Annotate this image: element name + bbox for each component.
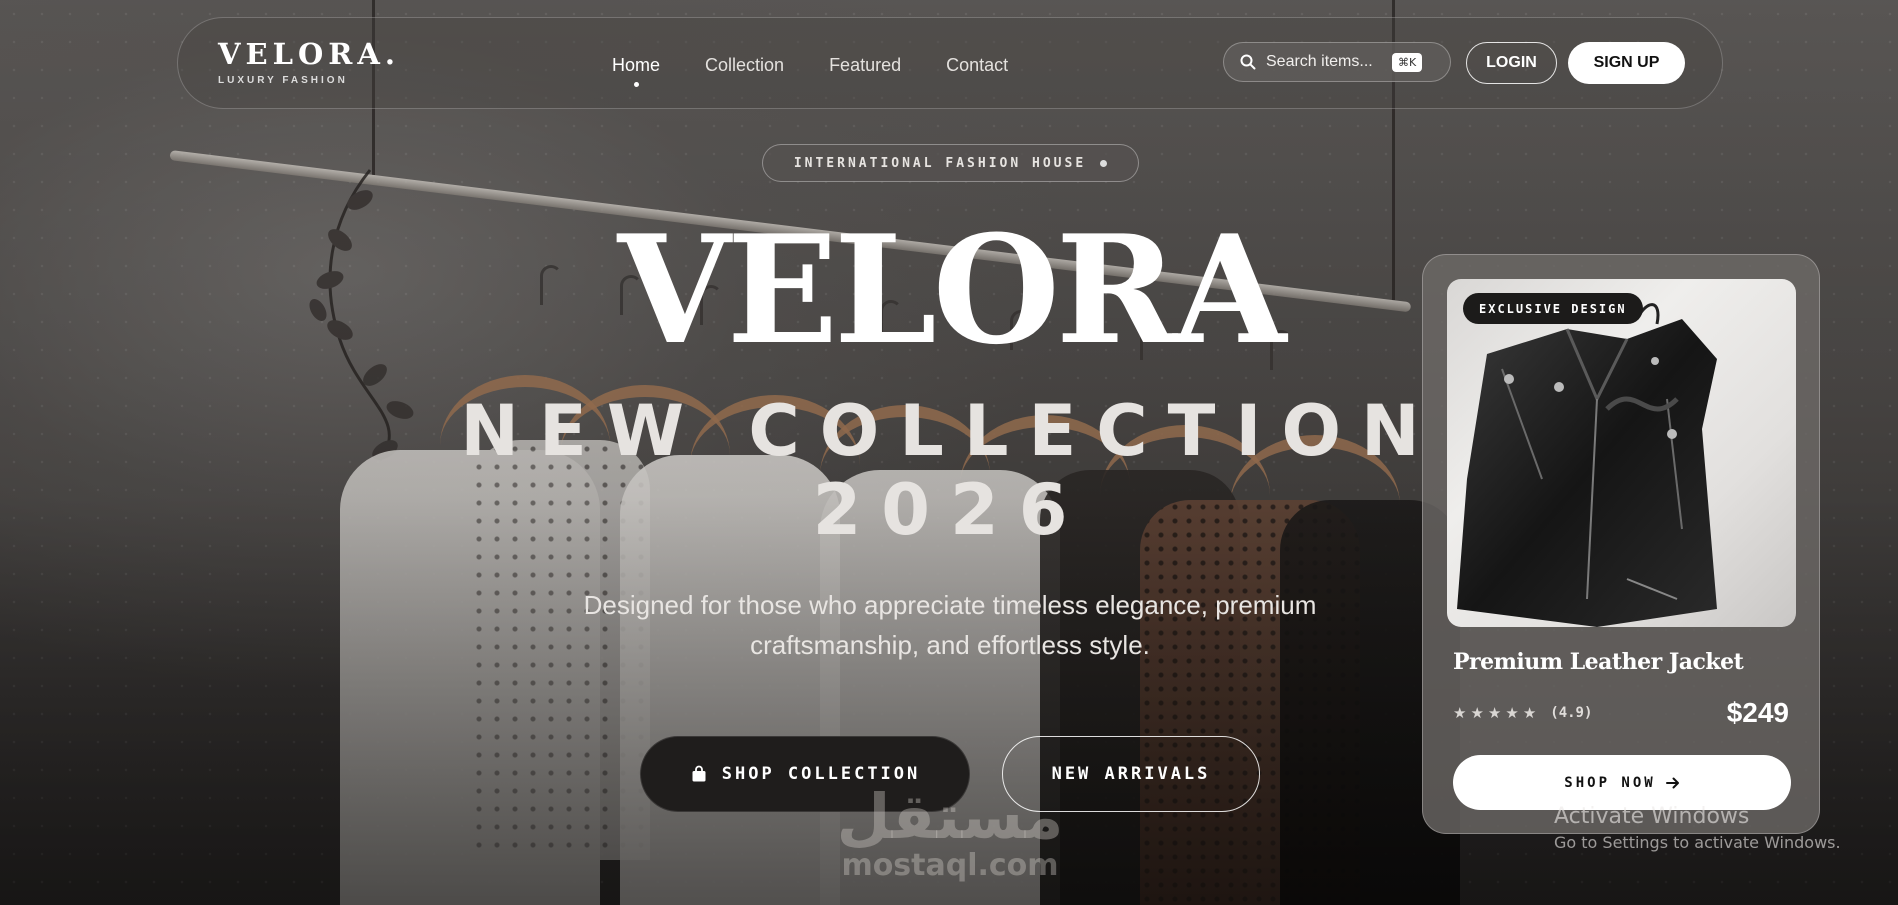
leather-jacket-illustration [1457,303,1717,627]
star-icon: ★ [1505,705,1519,722]
keyboard-shortcut-badge: ⌘K [1392,52,1423,72]
product-card: EXCLUSIVE DESIGN Premium Leather Jacket … [1422,254,1820,834]
hero-badge: INTERNATIONAL FASHION HOUSE [762,144,1139,182]
shop-now-label: SHOP NOW [1564,774,1656,791]
search-icon [1240,54,1256,70]
nav-link-label: Home [612,55,661,75]
search-input[interactable] [1266,53,1384,71]
logo-tagline: LUXURY FASHION [218,75,348,86]
active-indicator [634,82,639,87]
nav-link-featured[interactable]: Featured [829,55,901,76]
product-title[interactable]: Premium Leather Jacket [1453,649,1744,675]
arrow-right-icon [1665,777,1679,788]
hero-badge-text: INTERNATIONAL FASHION HOUSE [793,155,1087,171]
star-icon: ★ [1453,705,1467,722]
nav-link-home[interactable]: Home [612,55,661,87]
product-tag: EXCLUSIVE DESIGN [1463,293,1643,324]
hero-description: Designed for those who appreciate timele… [583,590,1317,660]
badge-dot [1100,159,1108,167]
new-arrivals-label: NEW ARRIVALS [1051,764,1211,784]
activate-windows-title: Activate Windows [1554,804,1750,829]
nav-link-label: Collection [705,55,785,75]
product-rating: ★ ★ ★ ★ ★ (4.9) [1453,704,1592,722]
nav-link-label: Contact [946,55,1009,75]
shop-now-button[interactable]: SHOP NOW [1453,755,1791,810]
product-image[interactable]: EXCLUSIVE DESIGN [1447,279,1796,627]
navbar: VELORA. LUXURY FASHION Home Collection F… [177,17,1723,109]
nav-link-collection[interactable]: Collection [705,55,784,76]
watermark-latin: mostaql.com [841,848,1059,883]
logo-title: VELORA. [218,37,400,71]
signup-button[interactable]: SIGN UP [1568,42,1685,84]
nav-link-label: Featured [829,55,902,75]
shopping-bag-icon [692,765,706,782]
login-button[interactable]: LOGIN [1466,42,1557,84]
product-price: $249 [1726,697,1789,728]
star-icon: ★ [1522,705,1537,722]
star-icon: ★ [1487,705,1502,722]
nav-link-contact[interactable]: Contact [946,55,1008,76]
star-icon: ★ [1470,705,1484,722]
watermark-arabic: مستقل [836,780,1064,853]
rating-value: (4.9) [1550,705,1593,721]
search-bar[interactable]: ⌘K [1223,42,1451,82]
logo[interactable]: VELORA. LUXURY FASHION [218,37,400,87]
nav-links: Home Collection Featured Contact [612,55,1008,87]
activate-windows-subtitle: Go to Settings to activate Windows. [1554,833,1841,852]
activate-windows-overlay: Activate Windows Go to Settings to activ… [1554,804,1841,852]
